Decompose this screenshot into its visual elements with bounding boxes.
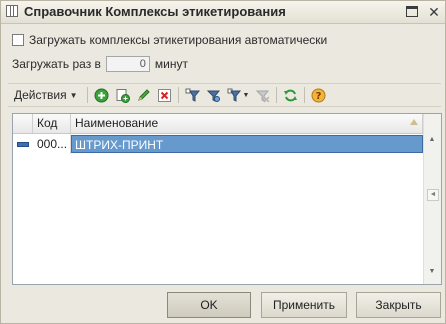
apply-button[interactable]: Применить [261,292,347,318]
row-name-cell[interactable]: ШТРИХ-ПРИНТ [71,135,423,153]
row-code-cell[interactable]: 000... [33,134,71,154]
load-interval-input[interactable]: 0 [105,56,150,72]
scroll-down-icon[interactable]: ▼ [426,266,438,278]
table-header: Код Наименование [13,114,441,134]
vertical-scrollbar[interactable]: ▲ ◄ ▼ [423,114,441,284]
filter-icon[interactable] [184,87,201,104]
filter-by-value-icon[interactable] [205,87,222,104]
actions-menu-button[interactable]: Действия ▼ [8,86,84,104]
edit-icon[interactable] [135,87,152,104]
column-header-name[interactable]: Наименование [71,114,423,133]
filter-history-icon[interactable] [226,87,243,104]
actions-label: Действия [14,88,67,102]
auto-load-checkbox[interactable] [12,34,24,46]
auto-load-label: Загружать комплексы этикетирования автом… [29,33,328,47]
toolbar: Действия ▼ ▼ ? [8,83,441,107]
toolbar-separator [276,87,278,103]
header-marker-column [13,114,33,133]
load-interval-row: Загружать раз в 0 минут [12,55,188,73]
chevron-down-icon[interactable]: ▼ [243,92,250,99]
close-button[interactable]: Закрыть [356,292,441,318]
load-every-label: Загружать раз в [12,57,101,71]
chevron-down-icon: ▼ [69,90,78,100]
toolbar-separator [86,87,88,103]
column-header-name-label: Наименование [75,116,159,130]
svg-text:?: ? [316,91,322,102]
row-element-icon [13,134,33,154]
load-unit-label: минут [154,57,188,71]
scroll-page-icon[interactable]: ◄ [427,189,439,201]
toolbar-separator [304,87,306,103]
column-header-code[interactable]: Код [33,114,71,133]
maximize-icon[interactable] [406,6,418,17]
catalog-table[interactable]: Код Наименование 000... ШТРИХ-ПРИНТ ▲ ◄ … [12,113,442,285]
copy-icon[interactable] [114,87,131,104]
delete-icon[interactable] [156,87,173,104]
auto-load-row[interactable]: Загружать комплексы этикетирования автом… [12,32,327,48]
table-row[interactable]: 000... ШТРИХ-ПРИНТ [13,134,423,154]
sort-ascending-icon [410,119,418,125]
close-icon[interactable]: ✕ [426,4,442,20]
ok-button[interactable]: OK [167,292,251,318]
toolbar-separator [177,87,179,103]
refresh-icon[interactable] [282,87,299,104]
scroll-up-icon[interactable]: ▲ [426,134,438,146]
window-title: Справочник Комплексы этикетирования [24,4,286,19]
title-bar: Справочник Комплексы этикетирования ✕ [1,1,445,24]
clear-filter-icon[interactable] [254,87,271,104]
dialog-window: Справочник Комплексы этикетирования ✕ За… [0,0,446,324]
catalog-icon [6,5,18,17]
help-icon[interactable]: ? [310,87,327,104]
add-icon[interactable] [93,87,110,104]
